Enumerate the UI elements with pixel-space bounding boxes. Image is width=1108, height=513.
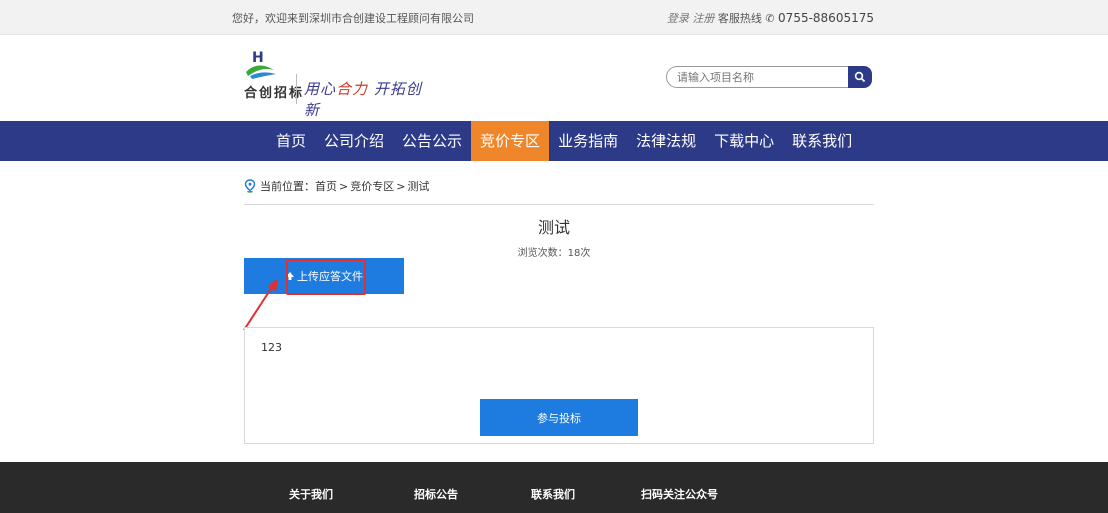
divider [244, 204, 874, 205]
content-panel: 123 参与投标 [244, 327, 874, 444]
svg-text:H: H [252, 50, 264, 66]
search-button[interactable] [848, 66, 872, 88]
footer-link-qrcode[interactable]: 扫码关注公众号 [641, 486, 718, 502]
nav-item-bidding-zone[interactable]: 竞价专区 [471, 121, 550, 161]
nav-item-home[interactable]: 首页 [267, 121, 315, 161]
hotline-label: 客服热线 [717, 12, 762, 25]
join-bid-button[interactable]: 参与投标 [480, 399, 638, 436]
breadcrumb-label: 当前位置： [260, 180, 315, 193]
breadcrumb: 当前位置： 首页 > 竞价专区 > 测试 [244, 178, 429, 194]
content-text: 123 [261, 341, 282, 354]
nav-item-business-guide[interactable]: 业务指南 [549, 121, 627, 161]
logo-slogan: 用心合力 开拓创新 [304, 78, 424, 120]
main-nav: 首页 公司介绍 公告公示 竞价专区 业务指南 法律法规 下载中心 联系我们 [0, 121, 1108, 161]
hotline-phone: 0755-88605175 [778, 11, 874, 25]
page-title: 测试 [537, 218, 570, 237]
breadcrumb-home[interactable]: 首页 [315, 178, 337, 194]
nav-item-company-intro[interactable]: 公司介绍 [315, 121, 393, 161]
footer-link-contact[interactable]: 联系我们 [531, 486, 575, 502]
nav-item-laws[interactable]: 法律法规 [627, 121, 705, 161]
slogan-part1: 用心 [304, 80, 337, 98]
nav-item-contact[interactable]: 联系我们 [783, 121, 861, 161]
annotation-arrow-icon [243, 278, 278, 331]
phone-icon: ✆ [765, 12, 775, 25]
breadcrumb-separator: > [396, 179, 406, 193]
slogan-part2: 合力 [336, 80, 369, 98]
breadcrumb-separator: > [339, 179, 349, 193]
nav-item-announcements[interactable]: 公告公示 [393, 121, 471, 161]
footer: 关于我们 招标公告 联系我们 扫码关注公众号 [0, 462, 1108, 513]
nav-item-downloads[interactable]: 下载中心 [705, 121, 783, 161]
logo-divider [296, 74, 297, 104]
logo-mark-icon: H [246, 50, 276, 79]
search-icon [854, 71, 866, 83]
site-logo[interactable]: H 合创招标 用心合力 开拓创新 [244, 50, 424, 119]
top-bar: 您好，欢迎来到深圳市合创建设工程顾问有限公司 登录 注册 客服热线 ✆ 0755… [0, 0, 1108, 35]
welcome-text: 您好，欢迎来到深圳市合创建设工程顾问有限公司 [232, 12, 474, 25]
footer-link-about[interactable]: 关于我们 [289, 486, 333, 502]
footer-link-tenders[interactable]: 招标公告 [414, 486, 458, 502]
location-pin-icon [244, 179, 256, 193]
breadcrumb-current: 测试 [407, 180, 430, 193]
hotline: 登录 注册 客服热线 ✆ 0755-88605175 [667, 10, 874, 26]
view-count: 浏览次数：18次 [517, 248, 591, 259]
logo-name: 合创招标 [244, 86, 305, 101]
login-register-link[interactable]: 登录 注册 [667, 12, 715, 25]
breadcrumb-bidding-zone[interactable]: 竞价专区 [350, 178, 394, 194]
search-input[interactable] [666, 66, 848, 88]
search-box [666, 66, 874, 90]
